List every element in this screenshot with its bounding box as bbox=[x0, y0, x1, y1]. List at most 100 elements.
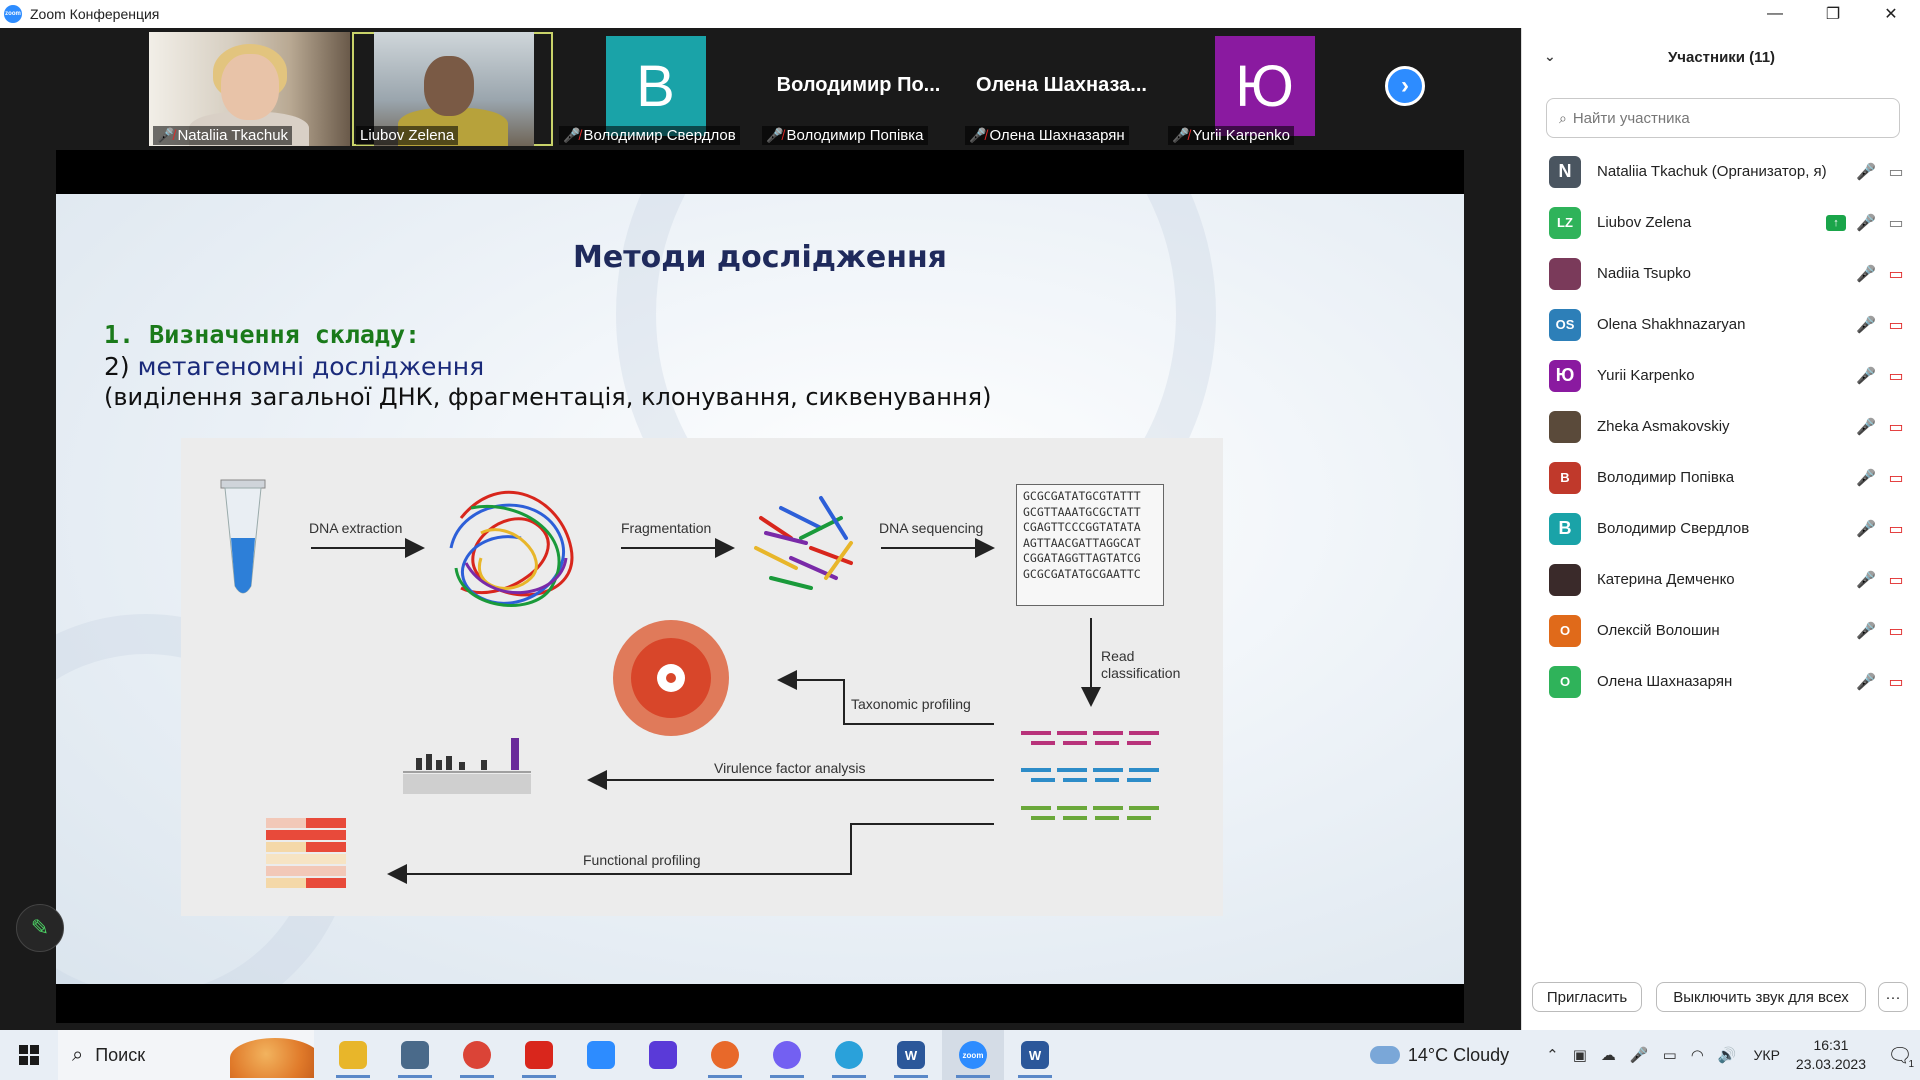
file-explorer-app[interactable] bbox=[322, 1030, 384, 1080]
thumbnail-name-only[interactable]: Володимир По... 🎤̸ Володимир Попівка bbox=[758, 32, 959, 146]
device-icon[interactable]: ▣ bbox=[1573, 1046, 1587, 1064]
restore-button[interactable]: ❐ bbox=[1804, 0, 1862, 28]
search-icon: ⌕ bbox=[1559, 109, 1567, 126]
taskbar-search-label: Поиск bbox=[95, 1044, 146, 1065]
notifications-button[interactable]: 🗨 1 bbox=[1880, 1030, 1920, 1080]
chevron-down-icon[interactable]: ⌄ bbox=[1544, 48, 1556, 65]
mic-muted-icon[interactable]: 🎤 bbox=[1855, 467, 1877, 489]
slide-subheading: 2) метагеномні дослідження bbox=[104, 352, 485, 381]
avatar-photo bbox=[1549, 257, 1581, 290]
notification-count: 1 bbox=[1908, 1059, 1914, 1070]
wifi-icon[interactable]: ◠ bbox=[1691, 1046, 1704, 1064]
mic-muted-icon[interactable]: 🎤 bbox=[1855, 416, 1877, 438]
fig-label-taxonomic: Taxonomic profiling bbox=[851, 696, 971, 712]
microphone-icon[interactable]: 🎤 bbox=[1630, 1046, 1649, 1064]
battery-icon[interactable]: ▭ bbox=[1663, 1046, 1677, 1064]
participant-row[interactable]: В Володимир Свердлов 🎤 ▭ bbox=[1522, 503, 1920, 554]
viber-app[interactable] bbox=[756, 1030, 818, 1080]
more-button[interactable]: ··· bbox=[1878, 982, 1908, 1012]
participant-name: Катерина Демченко bbox=[1597, 571, 1735, 588]
mic-muted-icon: 🎤̸ bbox=[766, 127, 784, 143]
participant-row[interactable]: OS Olena Shakhnazaryan 🎤 ▭ bbox=[1522, 299, 1920, 350]
avatar: LZ bbox=[1549, 206, 1581, 239]
fig-label-virulence: Virulence factor analysis bbox=[714, 760, 866, 776]
language-indicator[interactable]: УКР bbox=[1754, 1047, 1780, 1063]
thumbnail-video[interactable]: Liubov Zelena bbox=[352, 32, 553, 146]
thumbnail-initial[interactable]: Ю 🎤̸ Yurii Karpenko bbox=[1164, 32, 1365, 146]
avatar: В bbox=[1549, 512, 1581, 545]
mic-muted-icon[interactable]: 🎤 bbox=[1855, 620, 1877, 642]
participant-search[interactable]: ⌕ bbox=[1546, 98, 1900, 138]
participant-name: Liubov Zelena bbox=[1597, 214, 1692, 231]
participant-row[interactable]: Ю Yurii Karpenko 🎤 ▭ bbox=[1522, 350, 1920, 401]
thumbnail-name: 🎤̸ Nataliia Tkachuk bbox=[153, 126, 293, 145]
next-page-button[interactable]: › bbox=[1385, 66, 1425, 106]
mic-muted-icon[interactable]: 🎤 bbox=[1855, 263, 1877, 285]
video-on-icon[interactable]: ▭ bbox=[1885, 161, 1907, 183]
clock[interactable]: 16:31 23.03.2023 bbox=[1796, 1036, 1866, 1074]
search-input[interactable] bbox=[1572, 109, 1873, 127]
onedrive-icon[interactable]: ☁ bbox=[1601, 1046, 1616, 1064]
mute-all-button[interactable]: Выключить звук для всех bbox=[1656, 982, 1866, 1012]
viber-icon bbox=[773, 1041, 801, 1069]
close-button[interactable]: ✕ bbox=[1862, 0, 1920, 28]
mic-on-icon[interactable]: 🎤 bbox=[1855, 212, 1877, 234]
folder-icon bbox=[339, 1041, 367, 1069]
thumbnail-name: 🎤̸ Володимир Свердлов bbox=[559, 126, 740, 145]
zoom-launcher-app[interactable] bbox=[570, 1030, 632, 1080]
volume-icon[interactable]: 🔊 bbox=[1718, 1046, 1737, 1064]
fig-label-fragmentation: Fragmentation bbox=[621, 520, 712, 536]
taxonomy-wheel-icon bbox=[613, 620, 729, 736]
avatar-photo bbox=[1549, 410, 1581, 443]
taskbar-app[interactable] bbox=[384, 1030, 446, 1080]
mic-muted-icon[interactable]: 🎤 bbox=[1855, 569, 1877, 591]
video-on-icon[interactable]: ▭ bbox=[1885, 212, 1907, 234]
power-automate-app[interactable] bbox=[632, 1030, 694, 1080]
video-off-icon[interactable]: ▭ bbox=[1885, 671, 1907, 693]
thumbnail-name-only[interactable]: Олена Шахназа... 🎤̸ Олена Шахназарян bbox=[961, 32, 1162, 146]
weather-widget[interactable]: 14°C Cloudy bbox=[1369, 1045, 1509, 1066]
participant-row[interactable]: LZ Liubov Zelena ↑ 🎤 ▭ bbox=[1522, 197, 1920, 248]
video-off-icon[interactable]: ▭ bbox=[1885, 314, 1907, 336]
participant-row[interactable]: Zheka Asmakovskiy 🎤 ▭ bbox=[1522, 401, 1920, 452]
video-off-icon[interactable]: ▭ bbox=[1885, 416, 1907, 438]
video-off-icon[interactable]: ▭ bbox=[1885, 620, 1907, 642]
participant-row[interactable]: N Nataliia Tkachuk (Организатор, я) 🎤 ▭ bbox=[1522, 146, 1920, 197]
video-off-icon[interactable]: ▭ bbox=[1885, 263, 1907, 285]
participant-row[interactable]: Катерина Демченко 🎤 ▭ bbox=[1522, 554, 1920, 605]
participant-row[interactable]: Nadiia Tsupko 🎤 ▭ bbox=[1522, 248, 1920, 299]
firefox-icon bbox=[711, 1041, 739, 1069]
fig-label-dna-sequencing: DNA sequencing bbox=[879, 520, 984, 536]
video-off-icon[interactable]: ▭ bbox=[1885, 365, 1907, 387]
mic-muted-icon[interactable]: 🎤 bbox=[1855, 518, 1877, 540]
mic-muted-icon[interactable]: 🎤 bbox=[1855, 365, 1877, 387]
thumbnail-video[interactable]: 🎤̸ Nataliia Tkachuk bbox=[149, 32, 350, 146]
firefox-app[interactable] bbox=[694, 1030, 756, 1080]
chevron-up-icon[interactable]: ⌃ bbox=[1546, 1046, 1559, 1064]
acrobat-app[interactable] bbox=[508, 1030, 570, 1080]
invite-button[interactable]: Пригласить bbox=[1532, 982, 1642, 1012]
word-app[interactable]: W bbox=[880, 1030, 942, 1080]
video-off-icon[interactable]: ▭ bbox=[1885, 467, 1907, 489]
thumbnail-initial[interactable]: В 🎤̸ Володимир Свердлов bbox=[555, 32, 756, 146]
start-button[interactable] bbox=[0, 1030, 58, 1080]
telegram-app[interactable] bbox=[818, 1030, 880, 1080]
participant-row[interactable]: О Олена Шахназарян 🎤 ▭ bbox=[1522, 656, 1920, 707]
avatar: OS bbox=[1549, 308, 1581, 341]
participant-row[interactable]: В Володимир Попівка 🎤 ▭ bbox=[1522, 452, 1920, 503]
video-off-icon[interactable]: ▭ bbox=[1885, 569, 1907, 591]
chrome-app[interactable] bbox=[446, 1030, 508, 1080]
word-app-2[interactable]: W bbox=[1004, 1030, 1066, 1080]
zoom-app[interactable]: zoom bbox=[942, 1030, 1004, 1080]
video-off-icon[interactable]: ▭ bbox=[1885, 518, 1907, 540]
mic-muted-icon[interactable]: 🎤 bbox=[1855, 671, 1877, 693]
participants-panel: ⌄ Участники (11) ⌕ N Nataliia Tkachuk (О… bbox=[1521, 28, 1920, 1030]
participant-row[interactable]: О Олексій Волошин 🎤 ▭ bbox=[1522, 605, 1920, 656]
annotate-pencil-button[interactable]: ✎ bbox=[16, 904, 64, 952]
thumbnail-name: 🎤̸ Володимир Попівка bbox=[762, 126, 928, 145]
minimize-button[interactable]: — bbox=[1746, 0, 1804, 28]
mic-muted-icon[interactable]: 🎤 bbox=[1855, 161, 1877, 183]
taskbar-search[interactable]: ⌕ Поиск bbox=[58, 1030, 314, 1080]
mic-muted-icon[interactable]: 🎤 bbox=[1855, 314, 1877, 336]
thumbnail-name: Liubov Zelena bbox=[356, 126, 459, 145]
